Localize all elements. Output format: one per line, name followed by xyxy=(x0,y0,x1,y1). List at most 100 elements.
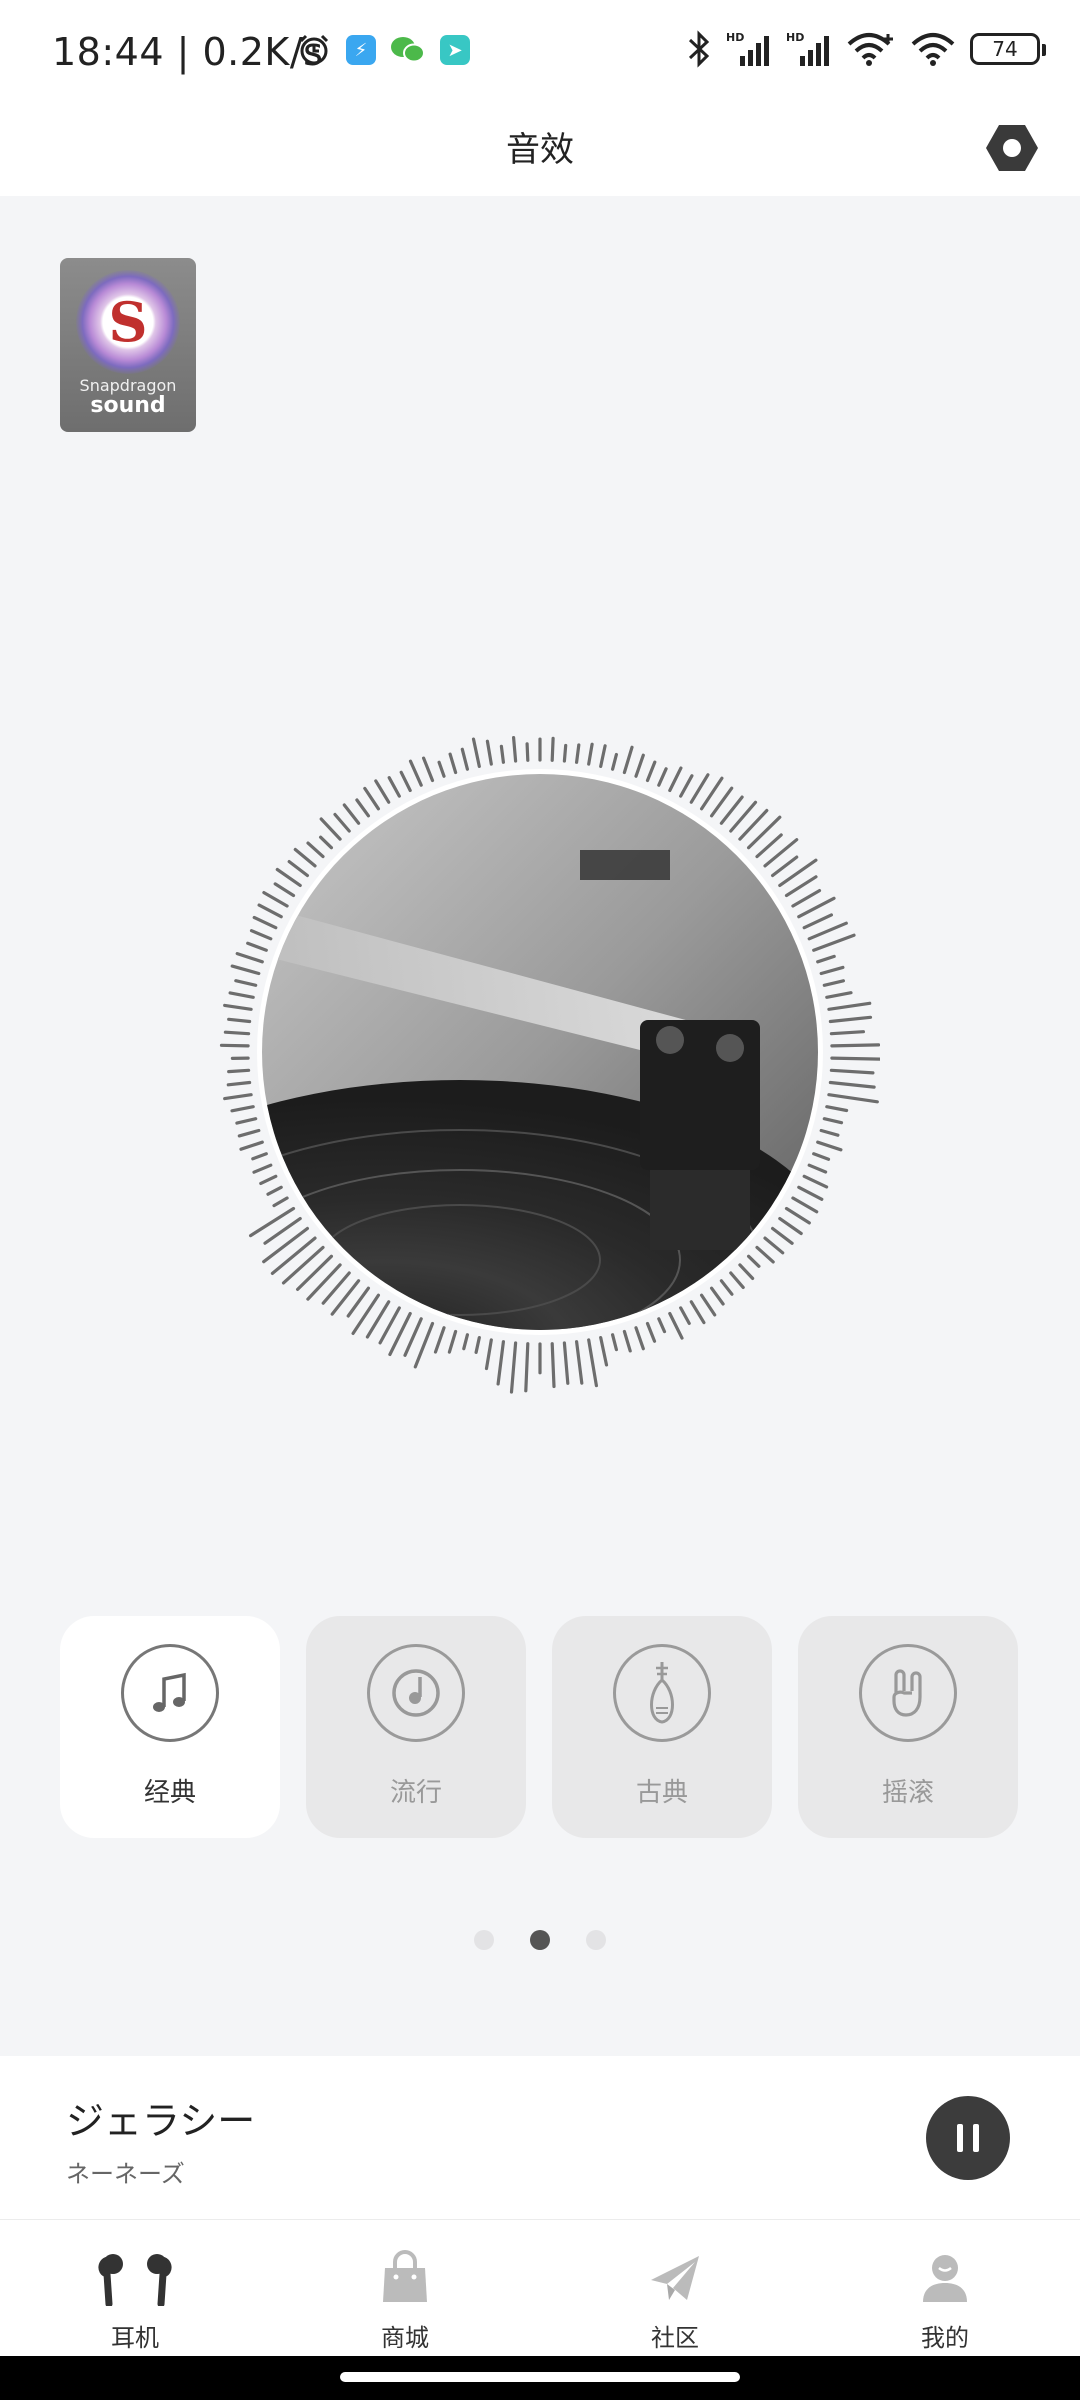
status-notification-icons: ⚡ ➤ xyxy=(296,32,470,68)
spectrum-ray xyxy=(462,1333,469,1351)
spectrum-ray xyxy=(829,1030,866,1036)
spectrum-ray xyxy=(562,1341,570,1385)
spectrum-ray xyxy=(802,1174,829,1189)
spectrum-ray xyxy=(679,1306,691,1326)
tab-label: 耳机 xyxy=(111,2324,159,2352)
spectrum-ray xyxy=(830,1043,881,1048)
page-title: 音效 xyxy=(506,130,574,170)
shopping-bag-icon xyxy=(365,2248,445,2308)
spectrum-ray xyxy=(525,742,530,762)
track-artist: ネーネーズ xyxy=(66,2160,185,2188)
spectrum-ray xyxy=(257,903,283,919)
spectrum-ray xyxy=(223,1003,253,1011)
spectrum-ray xyxy=(239,1140,264,1151)
spectrum-ray xyxy=(223,1030,251,1036)
spectrum-ray xyxy=(657,767,668,787)
profile-icon xyxy=(905,2248,985,2308)
spectrum-ray xyxy=(319,817,342,841)
tab-profile[interactable]: 我的 xyxy=(810,2220,1080,2356)
snapdragon-logo-icon: S xyxy=(76,270,180,374)
preset-rock-card[interactable]: 摇滚 xyxy=(798,1616,1018,1838)
badge-line2: sound xyxy=(90,393,166,418)
spectrum-ray xyxy=(437,760,446,778)
spectrum-ray xyxy=(784,875,818,898)
pause-button[interactable] xyxy=(926,2096,1010,2180)
audio-visualizer xyxy=(200,700,888,1420)
spectrum-ray xyxy=(611,1333,618,1352)
spectrum-ray xyxy=(791,1196,819,1214)
paper-plane-icon xyxy=(635,2248,715,2308)
signal-hd-icon: HD xyxy=(726,31,769,66)
spectrum-ray xyxy=(219,1043,250,1048)
wifi-icon xyxy=(847,33,893,66)
spectrum-ray xyxy=(668,1311,684,1340)
spectrum-ray xyxy=(471,737,481,769)
tab-label: 社区 xyxy=(651,2324,699,2352)
spectrum-ray xyxy=(484,1338,493,1371)
bluetooth-icon xyxy=(688,30,710,68)
rock-hand-icon xyxy=(859,1644,957,1742)
spectrum-ray xyxy=(827,1001,872,1011)
page-dot[interactable] xyxy=(474,1930,494,1950)
spectrum-ray xyxy=(235,1117,258,1125)
spectrum-ray xyxy=(634,1326,645,1351)
preset-pop-card[interactable]: 流行 xyxy=(306,1616,526,1838)
settings-button[interactable] xyxy=(980,116,1044,180)
pause-icon xyxy=(957,2124,963,2152)
spectrum-ray xyxy=(387,776,401,798)
spectrum-ray xyxy=(249,929,273,941)
spectrum-ray xyxy=(575,743,581,764)
spectrum-ray xyxy=(223,1093,253,1101)
spectrum-ray xyxy=(433,1326,446,1354)
spectrum-ray xyxy=(262,1226,310,1264)
page-dot-current[interactable] xyxy=(530,1930,550,1950)
preset-classical-card[interactable]: 古典 xyxy=(552,1616,772,1838)
now-playing-bar[interactable]: ジェラシー ネーネーズ xyxy=(0,2056,1080,2220)
spectrum-ray xyxy=(399,770,412,793)
spectrum-ray xyxy=(281,1245,325,1285)
spectrum-ray xyxy=(485,739,493,766)
spectrum-ray xyxy=(272,1196,289,1208)
settings-hexagon-icon xyxy=(986,125,1038,171)
spectrum-ray xyxy=(822,979,846,987)
tab-label: 我的 xyxy=(921,2324,969,2352)
spectrum-ray xyxy=(273,882,296,898)
track-title: ジェラシー xyxy=(66,2099,256,2143)
spectrum-ray xyxy=(668,766,683,793)
spectrum-ray xyxy=(227,1017,252,1024)
spectrum-ray xyxy=(825,991,853,999)
spectrum-ray xyxy=(700,1293,717,1317)
svg-text:HD: HD xyxy=(726,31,744,44)
turntable-image xyxy=(262,774,818,1330)
spectrum-ray xyxy=(355,798,370,818)
spectrum-ray xyxy=(622,1329,632,1353)
tab-community[interactable]: 社区 xyxy=(540,2220,810,2356)
status-bar: 18:44 | 0.2K/s ⚡ ➤ HD HD 74 xyxy=(0,0,1080,104)
spectrum-ray xyxy=(770,855,799,878)
tab-earphones[interactable]: 耳机 xyxy=(0,2220,270,2356)
spectrum-ray xyxy=(228,991,255,999)
spectrum-ray xyxy=(575,1340,584,1385)
app-notification-icon: ⚡ xyxy=(346,35,376,65)
spectrum-ray xyxy=(812,1152,831,1161)
spectrum-ray xyxy=(447,1329,458,1354)
spectrum-ray xyxy=(287,860,310,878)
spectrum-ray xyxy=(333,812,351,833)
home-indicator[interactable] xyxy=(340,2372,740,2382)
svg-text:HD: HD xyxy=(786,31,804,44)
spectrum-ray xyxy=(248,1206,296,1238)
preset-classic-card[interactable]: 经典 xyxy=(60,1616,280,1838)
wechat-icon xyxy=(391,37,425,63)
spectrum-ray xyxy=(474,1335,481,1355)
spectrum-ray xyxy=(622,745,634,775)
spectrum-ray xyxy=(295,1254,333,1292)
spectrum-ray xyxy=(807,1163,828,1174)
spectrum-ray xyxy=(374,779,391,804)
spectrum-ray xyxy=(230,1105,255,1113)
spectrum-ray xyxy=(645,760,657,783)
page-dot[interactable] xyxy=(586,1930,606,1950)
tab-store[interactable]: 商城 xyxy=(270,2220,540,2356)
spectrum-ray xyxy=(496,1340,505,1386)
bottom-tab-bar: 耳机 商城 社区 我的 xyxy=(0,2220,1080,2356)
spectrum-ray xyxy=(710,1286,725,1306)
